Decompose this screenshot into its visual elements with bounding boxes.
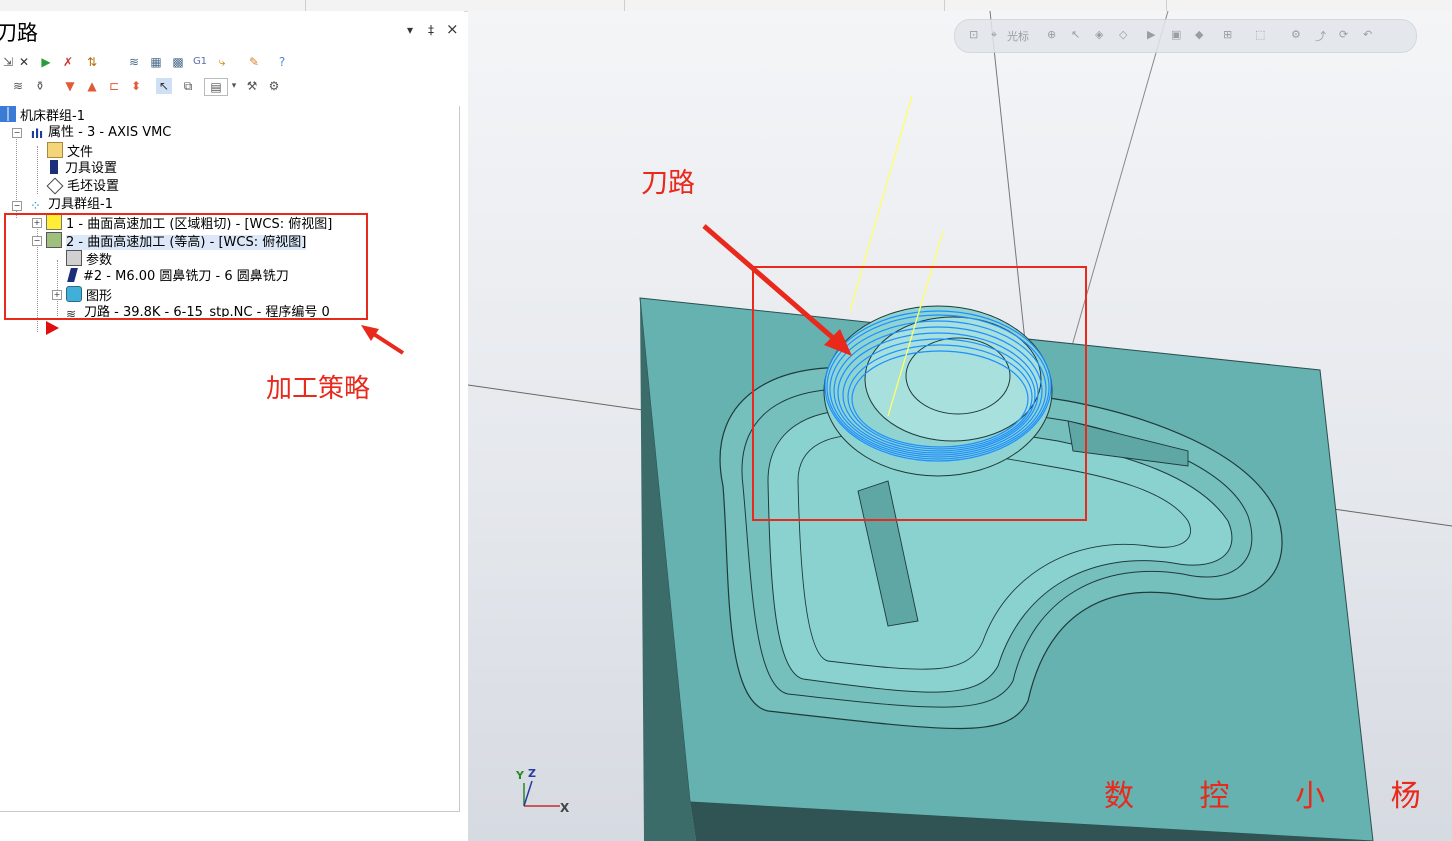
tree-files[interactable]: 文件 bbox=[47, 142, 93, 160]
machine-group-icon bbox=[0, 106, 16, 122]
post-icon[interactable]: ⤷ bbox=[214, 54, 230, 70]
toolbar-row-2: ≋ ⚱ ▼ ▲ ⊏ ⬍ ↖ ⧉ ▤ ▾ ⚒ ⚙ bbox=[0, 75, 300, 97]
tab-divider bbox=[944, 0, 945, 11]
strategy-annotation: 加工策略 bbox=[266, 374, 371, 404]
panel-pin-icon[interactable]: ‡ bbox=[428, 23, 434, 37]
collapse-properties-icon[interactable]: − bbox=[12, 128, 22, 138]
tree-tool-settings[interactable]: 刀具设置 bbox=[47, 160, 117, 178]
box-icon[interactable]: ▣ bbox=[1171, 28, 1181, 41]
undo-icon[interactable]: ↶ bbox=[1363, 28, 1372, 41]
tab-divider bbox=[305, 0, 306, 11]
panel-menu-icon[interactable]: ▾ bbox=[407, 23, 413, 37]
snap-icon[interactable]: ⊕ bbox=[1047, 28, 1056, 41]
axis-x-label: X bbox=[560, 801, 570, 815]
tool-retract-line bbox=[849, 95, 913, 312]
lock-icon[interactable]: ⚱ bbox=[32, 78, 48, 94]
move-down-icon[interactable]: ▼ bbox=[62, 78, 78, 94]
toolpath-group-icon: ⁘ bbox=[30, 199, 41, 214]
insert-arrow-marker bbox=[46, 321, 59, 339]
copy-icon[interactable]: ⧉ bbox=[180, 78, 196, 94]
select-toolpath-icon[interactable]: ⇲ bbox=[0, 54, 16, 70]
tree-machine-group[interactable]: 机床群组-1 bbox=[0, 106, 85, 124]
wire-icon[interactable]: ◇ bbox=[1119, 28, 1127, 41]
toolpath-tree: 机床群组-1 − ılı 属性 - 3 - AXIS VMC 文件 刀具设置 毛坯… bbox=[0, 106, 460, 812]
collapse-toolpath-group-icon[interactable]: − bbox=[12, 201, 22, 211]
updown-icon[interactable]: ⬍ bbox=[128, 78, 144, 94]
axis-z-label: Z bbox=[528, 767, 536, 780]
tab-divider bbox=[1166, 0, 1167, 11]
tool-icon bbox=[50, 160, 58, 174]
g1-button[interactable]: G1 bbox=[192, 54, 208, 70]
group-icon[interactable]: ⊞ bbox=[1223, 28, 1232, 41]
select-cursor-icon[interactable]: ↖ bbox=[156, 78, 172, 94]
cube-icon[interactable]: ◆ bbox=[1195, 28, 1203, 41]
axis-y-label: Y bbox=[516, 769, 524, 782]
red-arrow-icon bbox=[46, 321, 59, 335]
backplot-icon[interactable]: ≋ bbox=[126, 54, 142, 70]
cursor-label[interactable]: 光标 bbox=[1007, 28, 1029, 44]
toggle-toolpaths-icon[interactable]: ⇅ bbox=[84, 54, 100, 70]
graphics-viewport[interactable]: ⊡ ⌖ 光标 ⊕ ↖ ◈ ◇ ▶ ▣ ◆ ⊞ ⬚ ⚙ ⤴ ⟳ ↶ 刀路 Y Z … bbox=[468, 11, 1452, 841]
verify-icon[interactable]: ▦ bbox=[148, 54, 164, 70]
highfeed-icon[interactable]: ✎ bbox=[246, 54, 262, 70]
options-icon[interactable]: ▤ bbox=[204, 78, 228, 96]
dome-top bbox=[864, 316, 1042, 442]
machine-icon[interactable]: ⚙ bbox=[266, 78, 282, 94]
axis-z-line bbox=[523, 780, 533, 807]
watermark: 数 控 小 杨 bbox=[1104, 779, 1449, 814]
toolbar-row-1: ⇲ ✕ ▶ ✗ ⇅ ≋ ▦ ▩ G1 ⤷ ✎ ? bbox=[0, 51, 300, 73]
wave-icon[interactable]: ≋ bbox=[10, 78, 26, 94]
tree-properties[interactable]: ılı 属性 - 3 - AXIS VMC bbox=[30, 124, 172, 142]
toolpath-manager-icon[interactable]: ⚒ bbox=[244, 78, 260, 94]
help-icon[interactable]: ? bbox=[274, 54, 290, 70]
move-up-icon[interactable]: ▲ bbox=[84, 78, 100, 94]
dropdown-icon[interactable]: ▾ bbox=[226, 78, 242, 94]
refresh-icon[interactable]: ⟳ bbox=[1339, 28, 1348, 41]
hook-icon[interactable]: ⤴ bbox=[1315, 28, 1326, 44]
view-toolbar: ⊡ ⌖ 光标 ⊕ ↖ ◈ ◇ ▶ ▣ ◆ ⊞ ⬚ ⚙ ⤴ ⟳ ↶ bbox=[954, 19, 1417, 53]
model-view bbox=[468, 11, 1452, 841]
pointer-icon[interactable]: ↖ bbox=[1071, 28, 1080, 41]
stock-icon bbox=[46, 177, 64, 195]
panel-title: 刀路 bbox=[0, 21, 38, 45]
toolpaths-panel: 刀路 ▾ ‡ × ⇲ ✕ ▶ ✗ ⇅ ≋ ▦ ▩ G1 ⤷ ✎ ? ≋ ⚱ ▼ … bbox=[0, 11, 464, 841]
deselect-icon[interactable]: ✕ bbox=[16, 54, 32, 70]
lock-icon[interactable]: ⊡ bbox=[969, 28, 978, 41]
tools-icon[interactable]: ⚙ bbox=[1291, 28, 1301, 41]
cursor-icon[interactable]: ⌖ bbox=[991, 28, 997, 42]
regen-dirty-icon[interactable]: ✗ bbox=[60, 54, 76, 70]
insert-arrow-icon[interactable]: ⊏ bbox=[106, 78, 122, 94]
tree-stock-settings[interactable]: 毛坯设置 bbox=[46, 177, 119, 196]
view-icon[interactable]: ▶ bbox=[1147, 28, 1155, 41]
folder-icon bbox=[47, 142, 63, 158]
regen-icon[interactable]: ▶ bbox=[38, 54, 54, 70]
simulate-icon[interactable]: ▩ bbox=[170, 54, 186, 70]
tree-toolpath-group[interactable]: ⁘ 刀具群组-1 bbox=[30, 196, 113, 214]
strategy-highlight-box bbox=[4, 213, 368, 320]
properties-icon: ılı bbox=[30, 127, 44, 141]
annotation-arrow-left bbox=[361, 325, 405, 355]
shade-icon[interactable]: ◈ bbox=[1095, 28, 1103, 41]
toolpath-annotation: 刀路 bbox=[641, 168, 695, 199]
select-box-icon[interactable]: ⬚ bbox=[1255, 28, 1265, 41]
panel-close-icon[interactable]: × bbox=[446, 20, 459, 38]
tab-divider bbox=[624, 0, 625, 11]
